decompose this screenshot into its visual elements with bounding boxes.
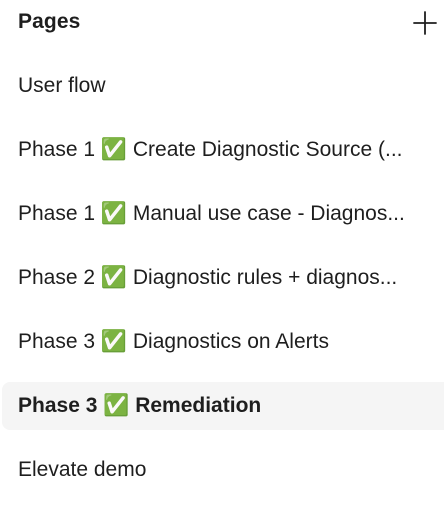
page-item-phase-1-create-diagnostic-source[interactable]: Phase 1 ✅ Create Diagnostic Source (...: [0, 126, 444, 174]
page-label: Phase 3 ✅ Diagnostics on Alerts: [18, 330, 329, 353]
page-item-phase-3-remediation[interactable]: Phase 3 ✅ Remediation: [2, 382, 444, 430]
page-label: Elevate demo: [18, 458, 147, 481]
pages-panel-header: Pages: [0, 0, 444, 46]
page-list: User flow Phase 1 ✅ Create Diagnostic So…: [0, 62, 444, 510]
plus-icon: [413, 11, 437, 35]
page-item-elevate-demo[interactable]: Elevate demo: [0, 446, 444, 494]
page-item-user-flow[interactable]: User flow: [0, 62, 444, 110]
add-page-button[interactable]: [410, 8, 440, 38]
page-item-phase-3-diagnostics-on-alerts[interactable]: Phase 3 ✅ Diagnostics on Alerts: [0, 318, 444, 366]
page-label: Phase 1 ✅ Manual use case - Diagnos...: [18, 202, 405, 225]
pages-panel: Pages User flow Phase 1 ✅ Create Diagnos…: [0, 0, 444, 496]
panel-title: Pages: [18, 10, 81, 33]
page-label: Phase 1 ✅ Create Diagnostic Source (...: [18, 138, 403, 161]
page-item-phase-1-manual-use-case[interactable]: Phase 1 ✅ Manual use case - Diagnos...: [0, 190, 444, 238]
page-label: Phase 2 ✅ Diagnostic rules + diagnos...: [18, 266, 398, 289]
page-label: User flow: [18, 74, 106, 97]
page-label: Phase 3 ✅ Remediation: [18, 394, 262, 417]
page-item-phase-2-diagnostic-rules[interactable]: Phase 2 ✅ Diagnostic rules + diagnos...: [0, 254, 444, 302]
